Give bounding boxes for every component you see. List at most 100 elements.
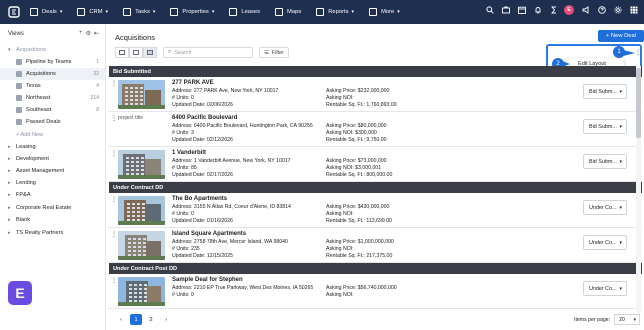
more-options-icon[interactable]: ⋮	[111, 196, 117, 203]
help-icon[interactable]	[598, 6, 606, 14]
property-photo[interactable]	[118, 277, 165, 306]
settings-icon[interactable]: ⚙	[86, 30, 91, 37]
more-options-icon[interactable]: ⋮	[111, 231, 117, 238]
sidebar-item[interactable]: ▸ Development	[0, 153, 105, 165]
deal-rentable-sqft: Rentable Sq. Ft.: 800,000.00	[326, 172, 393, 178]
deal-card[interactable]: ⋮ 1 Vanderbilt Address: 1 Vanderbilt Avenu…	[109, 147, 642, 182]
sidebar-item[interactable]: Northeast 214	[0, 92, 105, 104]
property-photo[interactable]	[118, 196, 165, 225]
sidebar-item[interactable]: Passed Deals	[0, 116, 105, 128]
deal-address: Address: 3155 N Atlas Rd, Coeur d'Alene,…	[172, 204, 291, 210]
property-thumbnail[interactable]	[118, 196, 165, 225]
megaphone-icon[interactable]	[582, 6, 590, 14]
deal-status-select[interactable]: Under Co... ▾	[583, 235, 627, 250]
deal-status-select[interactable]: Bid Subm... ▾	[583, 154, 627, 169]
search-input[interactable]: ⌕ Search	[163, 47, 253, 58]
filter-button[interactable]: ☰ Filter	[259, 47, 289, 58]
nav-more[interactable]: More ▾	[369, 8, 400, 16]
sidebar-item[interactable]: ▸ Leasing	[0, 141, 105, 153]
search-icon[interactable]	[486, 6, 494, 14]
nav-reports[interactable]: Reports ▾	[316, 8, 354, 16]
sidebar-item[interactable]: Pipeline by Teams 1	[0, 56, 105, 68]
deal-status-select[interactable]: Bid Subm... ▾	[583, 84, 627, 99]
sidebar-item[interactable]: ▸ TS Realty Partners	[0, 227, 105, 239]
sidebar-item-label: Pipeline by Teams	[26, 59, 72, 65]
sidebar-item[interactable]: + Add New	[0, 129, 105, 141]
bell-icon[interactable]	[534, 6, 542, 14]
property-thumbnail[interactable]	[118, 150, 165, 179]
sidebar-item[interactable]: ▸ Blank	[0, 214, 105, 226]
sigma-icon[interactable]	[550, 6, 558, 14]
property-thumbnail[interactable]	[118, 277, 165, 306]
sidebar-item[interactable]: ▸ Lending	[0, 177, 105, 189]
briefcase-icon[interactable]	[502, 6, 510, 14]
sidebar-item[interactable]: Southeast 8	[0, 104, 105, 116]
filter-label: Filter	[271, 49, 284, 56]
more-options-icon[interactable]: ⋮	[111, 115, 117, 122]
deal-name[interactable]: The Bo Apartments	[172, 196, 227, 202]
apps-grid-icon[interactable]	[630, 6, 638, 14]
deal-card[interactable]: ⋮ Island Square Apartments Address: 2758 7…	[109, 228, 642, 263]
nav-tasks[interactable]: Tasks ▾	[123, 8, 155, 16]
list-scrollbar[interactable]	[636, 66, 641, 314]
property-photo[interactable]	[118, 231, 165, 260]
nav-maps[interactable]: Maps	[275, 8, 301, 16]
next-page-button[interactable]: ›	[160, 314, 172, 325]
property-thumbnail[interactable]	[118, 80, 165, 109]
deal-card[interactable]: ⋮ The Bo Apartments Address: 3155 N Atlas …	[109, 193, 642, 228]
nav-deals[interactable]: Deals ▾	[30, 8, 62, 16]
settings-icon[interactable]	[614, 6, 622, 14]
deal-name[interactable]: 277 PARK AVE	[172, 80, 214, 86]
deal-status-select[interactable]: Bid Subm... ▾	[583, 119, 627, 134]
deal-card[interactable]: ⋮ Sample Deal for Stephen Address: 2210 EP…	[109, 274, 642, 309]
calendar-icon[interactable]	[518, 6, 526, 14]
add-view-icon[interactable]: +	[79, 30, 83, 37]
new-deal-button[interactable]: + New Deal	[598, 30, 644, 42]
list-view-button[interactable]	[129, 47, 143, 58]
deal-rentable-sqft: Rentable Sq. Ft.: 9,750.00	[326, 137, 387, 143]
deal-status-value: Bid Subm...	[589, 88, 617, 95]
nav-crm[interactable]: CRM ▾	[77, 8, 108, 16]
sidebar-item-label: Asset Management	[16, 168, 65, 174]
scrollbar-thumb[interactable]	[636, 68, 641, 138]
prev-page-button[interactable]: ‹	[115, 314, 127, 325]
items-per-page-select[interactable]: 20 ▾	[614, 314, 641, 325]
more-options-icon[interactable]: ⋮	[111, 150, 117, 157]
deal-card[interactable]: ⋮ 277 PARK AVE Address: 277 PARK Ave, New …	[109, 77, 642, 112]
deal-name[interactable]: Sample Deal for Stephen	[172, 277, 243, 283]
collapse-icon[interactable]: ⇤	[94, 30, 99, 37]
deal-status-select[interactable]: Under Co... ▾	[583, 281, 627, 296]
sidebar-item[interactable]: ▾ Acquisitions	[0, 44, 105, 56]
more-options-icon[interactable]: ⋮	[635, 49, 641, 56]
sidebar-item[interactable]: Acquisitions 22	[0, 68, 105, 80]
app-logo-icon[interactable]	[8, 6, 20, 18]
property-photo[interactable]	[118, 150, 165, 179]
sidebar-item[interactable]: ▸ Corporate Real Estate	[0, 202, 105, 214]
deal-name[interactable]: Island Square Apartments	[172, 231, 246, 237]
deal-status-select[interactable]: Under Co... ▾	[583, 200, 627, 215]
sidebar-item[interactable]: ▸ Asset Management	[0, 165, 105, 177]
sidebar-item[interactable]: Texas 4	[0, 80, 105, 92]
page-2-button[interactable]: 2	[145, 314, 157, 325]
table-view-button[interactable]	[115, 47, 129, 58]
more-options-icon[interactable]: ⋮	[111, 277, 117, 284]
card-view-button[interactable]	[143, 47, 157, 58]
deal-status-value: Under Co...	[589, 204, 617, 211]
deal-units: # Units: 3	[172, 130, 194, 136]
top-navigation-bar: Deals ▾ CRM ▾ Tasks ▾ Properties ▾ Leases Maps Rep…	[0, 0, 644, 24]
sidebar-item[interactable]: ▸ FP&A	[0, 189, 105, 201]
sidebar-item-label: TS Realty Partners	[16, 230, 64, 236]
property-thumbnail[interactable]	[118, 231, 165, 260]
page-1-button[interactable]: 1	[130, 314, 142, 325]
table-view-icon	[119, 50, 125, 55]
deal-name[interactable]: 6400 Pacific Boulevard	[172, 115, 237, 121]
deal-card[interactable]: ⋮ project title 6400 Pacific Boulevard Addr…	[109, 112, 642, 147]
property-photo[interactable]	[118, 80, 165, 109]
app-launcher-button[interactable]: E	[8, 281, 32, 305]
deal-name[interactable]: 1 Vanderbilt	[172, 150, 206, 156]
chevron-down-icon: ▾	[633, 316, 637, 323]
nav-properties[interactable]: Properties ▾	[170, 8, 214, 16]
more-options-icon[interactable]: ⋮	[111, 80, 117, 87]
user-avatar[interactable]: E	[564, 5, 574, 15]
nav-leases[interactable]: Leases	[229, 8, 260, 16]
